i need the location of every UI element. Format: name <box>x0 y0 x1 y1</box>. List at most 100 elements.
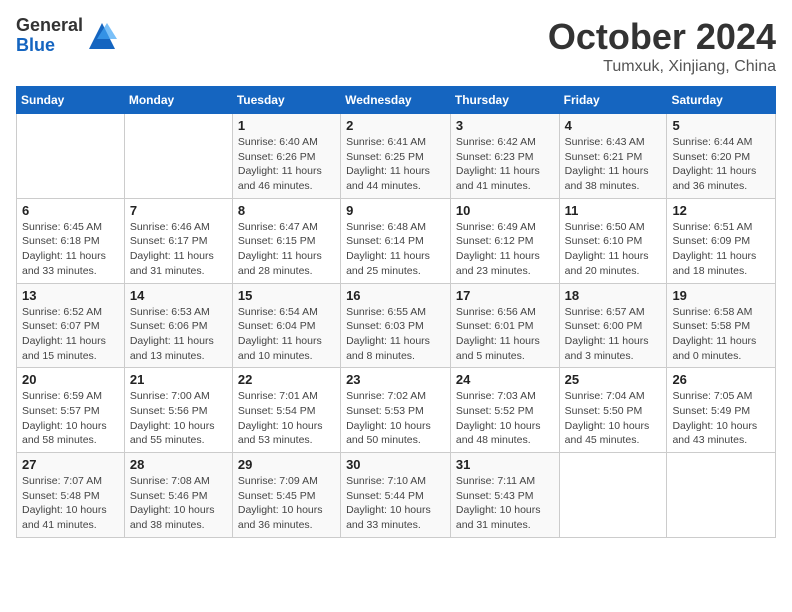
calendar-cell: 15 Sunrise: 6:54 AM Sunset: 6:04 PM Dayli… <box>232 283 340 368</box>
day-info: Sunrise: 7:00 AM Sunset: 5:56 PM Dayligh… <box>130 389 227 448</box>
day-number: 7 <box>130 203 227 218</box>
calendar-cell: 11Sunrise: 6:50 AM Sunset: 6:10 PM Dayli… <box>559 198 667 283</box>
calendar-cell: 16 Sunrise: 6:55 AM Sunset: 6:03 PM Dayli… <box>341 283 451 368</box>
calendar-cell: 1 Sunrise: 6:40 AM Sunset: 6:26 PM Daylig… <box>232 114 340 199</box>
day-info: Sunrise: 6:53 AM Sunset: 6:06 PM Dayligh… <box>130 305 227 364</box>
calendar-cell: 2 Sunrise: 6:41 AM Sunset: 6:25 PM Daylig… <box>341 114 451 199</box>
day-number: 6 <box>22 203 119 218</box>
calendar-cell: 8 Sunrise: 6:47 AM Sunset: 6:15 PM Daylig… <box>232 198 340 283</box>
day-info: Sunrise: 6:45 AM Sunset: 6:18 PM Dayligh… <box>22 220 119 279</box>
logo-general: General <box>16 16 83 36</box>
day-number: 2 <box>346 118 445 133</box>
weekday-header-row: SundayMondayTuesdayWednesdayThursdayFrid… <box>17 87 776 114</box>
calendar-cell <box>559 453 667 538</box>
day-info: Sunrise: 6:40 AM Sunset: 6:26 PM Dayligh… <box>238 135 335 194</box>
month-title: October 2024 <box>548 16 776 58</box>
day-number: 20 <box>22 372 119 387</box>
day-info: Sunrise: 6:56 AM Sunset: 6:01 PM Dayligh… <box>456 305 554 364</box>
weekday-header: Saturday <box>667 87 776 114</box>
calendar-cell: 27 Sunrise: 7:07 AM Sunset: 5:48 PM Dayli… <box>17 453 125 538</box>
day-info: Sunrise: 7:09 AM Sunset: 5:45 PM Dayligh… <box>238 474 335 533</box>
day-info: Sunrise: 7:08 AM Sunset: 5:46 PM Dayligh… <box>130 474 227 533</box>
day-info: Sunrise: 6:47 AM Sunset: 6:15 PM Dayligh… <box>238 220 335 279</box>
day-number: 21 <box>130 372 227 387</box>
calendar-cell: 7 Sunrise: 6:46 AM Sunset: 6:17 PM Daylig… <box>124 198 232 283</box>
weekday-header: Monday <box>124 87 232 114</box>
day-number: 27 <box>22 457 119 472</box>
title-area: October 2024 Tumxuk, Xinjiang, China <box>548 16 776 76</box>
day-number: 25 <box>565 372 662 387</box>
day-info: Sunrise: 6:46 AM Sunset: 6:17 PM Dayligh… <box>130 220 227 279</box>
day-info: Sunrise: 6:55 AM Sunset: 6:03 PM Dayligh… <box>346 305 445 364</box>
day-number: 12 <box>672 203 770 218</box>
day-number: 13 <box>22 288 119 303</box>
day-info: Sunrise: 6:59 AM Sunset: 5:57 PM Dayligh… <box>22 389 119 448</box>
day-number: 3 <box>456 118 554 133</box>
calendar-cell: 18Sunrise: 6:57 AM Sunset: 6:00 PM Dayli… <box>559 283 667 368</box>
day-info: Sunrise: 7:11 AM Sunset: 5:43 PM Dayligh… <box>456 474 554 533</box>
calendar-week-row: 20 Sunrise: 6:59 AM Sunset: 5:57 PM Dayli… <box>17 368 776 453</box>
day-info: Sunrise: 6:57 AM Sunset: 6:00 PM Dayligh… <box>565 305 662 364</box>
day-info: Sunrise: 6:51 AM Sunset: 6:09 PM Dayligh… <box>672 220 770 279</box>
weekday-header: Thursday <box>450 87 559 114</box>
day-number: 14 <box>130 288 227 303</box>
logo-icon <box>87 21 117 51</box>
day-info: Sunrise: 6:41 AM Sunset: 6:25 PM Dayligh… <box>346 135 445 194</box>
calendar-cell <box>17 114 125 199</box>
day-number: 30 <box>346 457 445 472</box>
day-info: Sunrise: 6:43 AM Sunset: 6:21 PM Dayligh… <box>565 135 662 194</box>
calendar-header: SundayMondayTuesdayWednesdayThursdayFrid… <box>17 87 776 114</box>
day-number: 22 <box>238 372 335 387</box>
calendar-cell: 21 Sunrise: 7:00 AM Sunset: 5:56 PM Dayli… <box>124 368 232 453</box>
day-number: 23 <box>346 372 445 387</box>
calendar-cell: 9Sunrise: 6:48 AM Sunset: 6:14 PM Daylig… <box>341 198 451 283</box>
day-info: Sunrise: 7:05 AM Sunset: 5:49 PM Dayligh… <box>672 389 770 448</box>
day-info: Sunrise: 6:44 AM Sunset: 6:20 PM Dayligh… <box>672 135 770 194</box>
calendar-week-row: 6 Sunrise: 6:45 AM Sunset: 6:18 PM Daylig… <box>17 198 776 283</box>
calendar-cell: 26 Sunrise: 7:05 AM Sunset: 5:49 PM Dayli… <box>667 368 776 453</box>
calendar-cell: 6 Sunrise: 6:45 AM Sunset: 6:18 PM Daylig… <box>17 198 125 283</box>
calendar-cell: 17 Sunrise: 6:56 AM Sunset: 6:01 PM Dayli… <box>450 283 559 368</box>
day-info: Sunrise: 7:10 AM Sunset: 5:44 PM Dayligh… <box>346 474 445 533</box>
calendar-cell: 25Sunrise: 7:04 AM Sunset: 5:50 PM Dayli… <box>559 368 667 453</box>
day-number: 4 <box>565 118 662 133</box>
calendar-cell <box>667 453 776 538</box>
day-info: Sunrise: 6:54 AM Sunset: 6:04 PM Dayligh… <box>238 305 335 364</box>
day-info: Sunrise: 7:03 AM Sunset: 5:52 PM Dayligh… <box>456 389 554 448</box>
calendar-week-row: 27 Sunrise: 7:07 AM Sunset: 5:48 PM Dayli… <box>17 453 776 538</box>
calendar-cell <box>124 114 232 199</box>
day-info: Sunrise: 6:49 AM Sunset: 6:12 PM Dayligh… <box>456 220 554 279</box>
calendar-cell: 14 Sunrise: 6:53 AM Sunset: 6:06 PM Dayli… <box>124 283 232 368</box>
day-number: 26 <box>672 372 770 387</box>
day-number: 15 <box>238 288 335 303</box>
day-number: 8 <box>238 203 335 218</box>
day-info: Sunrise: 6:48 AM Sunset: 6:14 PM Dayligh… <box>346 220 445 279</box>
location: Tumxuk, Xinjiang, China <box>548 58 776 76</box>
calendar-week-row: 13 Sunrise: 6:52 AM Sunset: 6:07 PM Dayli… <box>17 283 776 368</box>
day-info: Sunrise: 7:07 AM Sunset: 5:48 PM Dayligh… <box>22 474 119 533</box>
day-info: Sunrise: 7:01 AM Sunset: 5:54 PM Dayligh… <box>238 389 335 448</box>
day-number: 16 <box>346 288 445 303</box>
calendar-cell: 19 Sunrise: 6:58 AM Sunset: 5:58 PM Dayli… <box>667 283 776 368</box>
calendar-cell: 5Sunrise: 6:44 AM Sunset: 6:20 PM Daylig… <box>667 114 776 199</box>
calendar-cell: 24Sunrise: 7:03 AM Sunset: 5:52 PM Dayli… <box>450 368 559 453</box>
weekday-header: Sunday <box>17 87 125 114</box>
day-info: Sunrise: 6:52 AM Sunset: 6:07 PM Dayligh… <box>22 305 119 364</box>
calendar-cell: 28 Sunrise: 7:08 AM Sunset: 5:46 PM Dayli… <box>124 453 232 538</box>
weekday-header: Friday <box>559 87 667 114</box>
calendar-cell: 20 Sunrise: 6:59 AM Sunset: 5:57 PM Dayli… <box>17 368 125 453</box>
day-info: Sunrise: 6:58 AM Sunset: 5:58 PM Dayligh… <box>672 305 770 364</box>
calendar-cell: 10Sunrise: 6:49 AM Sunset: 6:12 PM Dayli… <box>450 198 559 283</box>
day-number: 19 <box>672 288 770 303</box>
day-number: 17 <box>456 288 554 303</box>
page-header: General Blue October 2024 Tumxuk, Xinjia… <box>16 16 776 76</box>
logo-blue: Blue <box>16 36 83 56</box>
day-info: Sunrise: 7:02 AM Sunset: 5:53 PM Dayligh… <box>346 389 445 448</box>
day-number: 28 <box>130 457 227 472</box>
calendar-cell: 22 Sunrise: 7:01 AM Sunset: 5:54 PM Dayli… <box>232 368 340 453</box>
day-number: 1 <box>238 118 335 133</box>
calendar-cell: 3Sunrise: 6:42 AM Sunset: 6:23 PM Daylig… <box>450 114 559 199</box>
calendar-body: 1 Sunrise: 6:40 AM Sunset: 6:26 PM Daylig… <box>17 114 776 538</box>
calendar-cell: 4 Sunrise: 6:43 AM Sunset: 6:21 PM Daylig… <box>559 114 667 199</box>
weekday-header: Wednesday <box>341 87 451 114</box>
